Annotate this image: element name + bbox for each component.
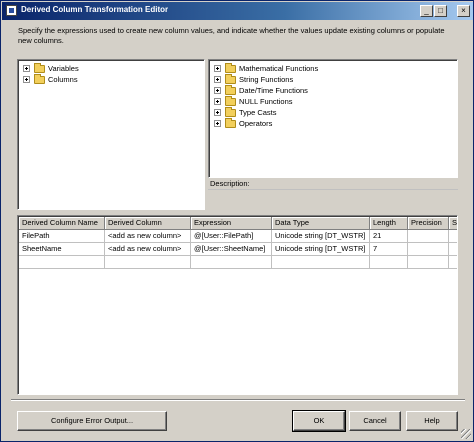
configure-error-output-button[interactable]: Configure Error Output...	[17, 411, 167, 431]
column-header-length[interactable]: Length	[370, 217, 408, 230]
folder-icon	[225, 73, 236, 84]
expand-icon[interactable]	[23, 76, 30, 83]
expand-icon[interactable]	[214, 120, 221, 127]
folder-icon	[225, 62, 236, 73]
folder-icon	[225, 84, 236, 95]
help-button[interactable]: Help	[406, 411, 458, 431]
cell-expression[interactable]: @[User::FilePath]	[191, 230, 272, 243]
cell-precision[interactable]	[408, 243, 449, 256]
ok-button[interactable]: OK	[292, 410, 346, 432]
column-header-derived-column[interactable]: Derived Column	[105, 217, 191, 230]
cell-derived-column-name[interactable]: SheetName	[19, 243, 105, 256]
title-bar[interactable]: Derived Column Transformation Editor _ □…	[2, 2, 473, 20]
column-header-data-type[interactable]: Data Type	[272, 217, 370, 230]
tree-item-label: String Functions	[239, 75, 294, 84]
cell-scale[interactable]	[449, 243, 457, 256]
folder-icon	[34, 73, 45, 84]
cell-derived-column[interactable]: <add as new column>	[105, 230, 191, 243]
expand-icon[interactable]	[214, 76, 221, 83]
expand-icon[interactable]	[214, 98, 221, 105]
minimize-button[interactable]: _	[420, 5, 433, 17]
expand-icon[interactable]	[214, 87, 221, 94]
tree-item-label: NULL Functions	[239, 97, 293, 106]
cell-length[interactable]: 7	[370, 243, 408, 256]
cell-new-row[interactable]	[105, 256, 191, 269]
column-header-scale[interactable]: S	[449, 217, 457, 230]
window-title: Derived Column Transformation Editor	[21, 5, 169, 14]
tree-item-null-functions[interactable]: NULL Functions	[214, 95, 293, 107]
expand-icon[interactable]	[214, 109, 221, 116]
tree-item-label: Columns	[48, 75, 78, 84]
maximize-button[interactable]: □	[434, 5, 447, 17]
tree-item-label: Operators	[239, 119, 273, 128]
derived-columns-grid[interactable]: Derived Column Name Derived Column Expre…	[17, 215, 458, 395]
tree-item-label: Type Casts	[239, 108, 277, 117]
cell-new-row[interactable]	[19, 256, 105, 269]
cell-data-type[interactable]: Unicode string [DT_WSTR]	[272, 230, 370, 243]
cell-new-row[interactable]	[370, 256, 408, 269]
description-box	[208, 190, 458, 208]
description-label: Description:	[208, 179, 458, 190]
folder-icon	[225, 95, 236, 106]
folder-icon	[225, 106, 236, 117]
functions-tree[interactable]: Mathematical Functions String Functions …	[208, 59, 458, 178]
expand-icon[interactable]	[214, 65, 221, 72]
tree-item-label: Date/Time Functions	[239, 86, 308, 95]
expand-icon[interactable]	[23, 65, 30, 72]
tree-item-columns[interactable]: Columns	[23, 73, 78, 85]
resize-grip-icon[interactable]	[461, 429, 471, 439]
cell-length[interactable]: 21	[370, 230, 408, 243]
variables-columns-tree[interactable]: Variables Columns	[17, 59, 205, 210]
separator	[11, 399, 465, 401]
cell-new-row[interactable]	[449, 256, 457, 269]
cell-precision[interactable]	[408, 230, 449, 243]
tree-item-datetime-functions[interactable]: Date/Time Functions	[214, 84, 308, 96]
cell-data-type[interactable]: Unicode string [DT_WSTR]	[272, 243, 370, 256]
close-button[interactable]: ×	[457, 5, 470, 17]
tree-item-mathematical-functions[interactable]: Mathematical Functions	[214, 62, 319, 74]
tree-item-operators[interactable]: Operators	[214, 117, 273, 129]
cancel-button[interactable]: Cancel	[349, 411, 401, 431]
derived-column-editor-window: Derived Column Transformation Editor _ □…	[0, 0, 474, 442]
tree-item-string-functions[interactable]: String Functions	[214, 73, 294, 85]
tree-item-type-casts[interactable]: Type Casts	[214, 106, 277, 118]
instructions-text: Specify the expressions used to create n…	[18, 26, 445, 45]
cell-derived-column-name[interactable]: FilePath	[19, 230, 105, 243]
tree-item-label: Mathematical Functions	[239, 64, 319, 73]
cell-new-row[interactable]	[191, 256, 272, 269]
cell-new-row[interactable]	[408, 256, 449, 269]
cell-derived-column[interactable]: <add as new column>	[105, 243, 191, 256]
dialog-icon	[6, 5, 17, 16]
cell-new-row[interactable]	[272, 256, 370, 269]
column-header-expression[interactable]: Expression	[191, 217, 272, 230]
folder-icon	[225, 117, 236, 128]
tree-item-label: Variables	[48, 64, 79, 73]
cell-scale[interactable]	[449, 230, 457, 243]
cell-expression[interactable]: @[User::SheetName]	[191, 243, 272, 256]
tree-item-variables[interactable]: Variables	[23, 62, 79, 74]
column-header-derived-column-name[interactable]: Derived Column Name	[19, 217, 105, 230]
folder-icon	[34, 62, 45, 73]
column-header-precision[interactable]: Precision	[408, 217, 449, 230]
